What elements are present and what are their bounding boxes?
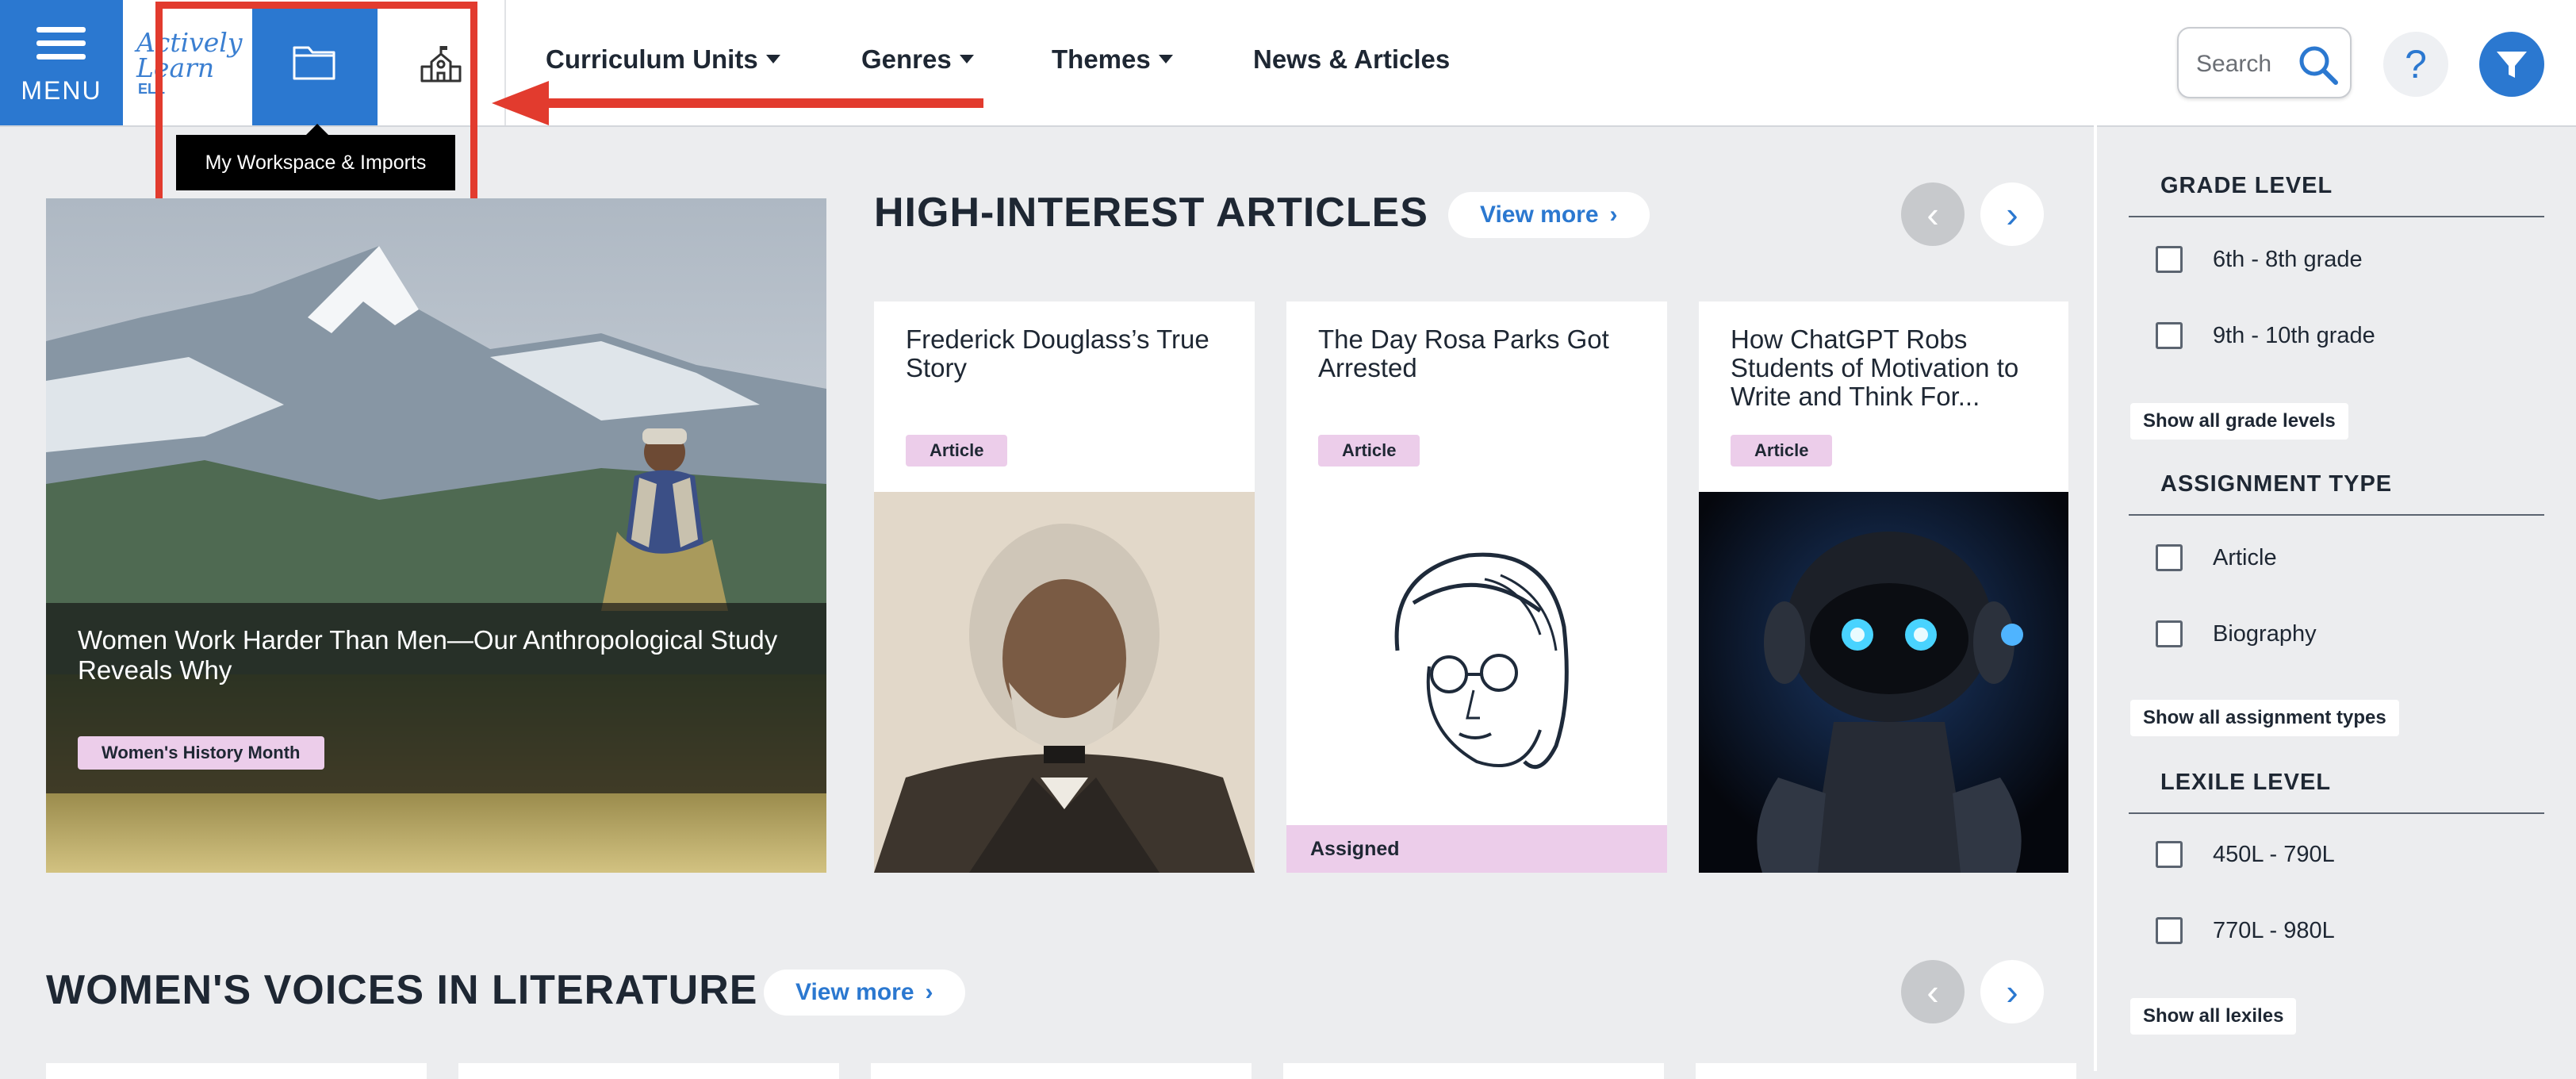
view-more-button[interactable]: View more › <box>764 970 965 1016</box>
menu-label: MENU <box>21 76 102 105</box>
hamburger-icon <box>36 27 86 67</box>
filter-panel-divider <box>2094 125 2097 1071</box>
filter-divider <box>2129 514 2544 516</box>
nav-genres[interactable]: Genres <box>861 44 974 75</box>
nav-themes[interactable]: Themes <box>1052 44 1173 75</box>
hero-feature-card[interactable]: Women Work Harder Than Men—Our Anthropol… <box>46 198 826 873</box>
section-title-womens-voices: WOMEN'S VOICES IN LITERATURE <box>46 967 758 1013</box>
show-all-lexiles-button[interactable]: Show all lexiles <box>2130 998 2297 1035</box>
hero-title[interactable]: Women Work Harder Than Men—Our Anthropol… <box>78 625 792 685</box>
workspace-tooltip: My Workspace & Imports <box>176 124 455 190</box>
book-card[interactable] <box>458 1063 839 1079</box>
book-card[interactable] <box>1696 1063 2076 1079</box>
search-box <box>2177 27 2352 98</box>
hero-tag[interactable]: Women's History Month <box>78 736 324 770</box>
checkbox[interactable] <box>2156 841 2183 868</box>
card-title[interactable]: How ChatGPT Robs Students of Motivation … <box>1731 325 2045 411</box>
card-title[interactable]: The Day Rosa Parks Got Arrested <box>1318 325 1643 382</box>
checkbox[interactable] <box>2156 246 2183 273</box>
search-input[interactable] <box>2195 48 2293 81</box>
show-all-grade-levels-button[interactable]: Show all grade levels <box>2130 403 2348 440</box>
frederick-douglass-portrait-image <box>874 492 1255 873</box>
caret-down-icon <box>959 54 974 63</box>
show-all-assignment-types-button[interactable]: Show all assignment types <box>2130 700 2399 736</box>
question-mark-icon: ? <box>2405 42 2427 86</box>
caret-down-icon <box>765 54 780 63</box>
filter-divider <box>2129 216 2544 217</box>
view-more-button[interactable]: View more › <box>1448 192 1650 238</box>
book-card[interactable] <box>46 1063 427 1079</box>
chevron-left-icon: ‹ <box>1926 971 1939 1012</box>
nav-news-articles[interactable]: News & Articles <box>1253 44 1450 75</box>
filter-heading-lexile-level: LEXILE LEVEL <box>2160 770 2332 795</box>
carousel-prev-button[interactable]: ‹ <box>1901 960 1965 1023</box>
menu-button[interactable]: MENU <box>0 0 123 125</box>
article-card[interactable]: How ChatGPT Robs Students of Motivation … <box>1699 301 2068 873</box>
filter-divider <box>2129 812 2544 814</box>
checkbox[interactable] <box>2156 544 2183 571</box>
section-title-high-interest: HIGH-INTEREST ARTICLES <box>874 190 1428 236</box>
card-type-badge: Article <box>1318 435 1420 467</box>
carousel-next-button[interactable]: › <box>1980 182 2044 246</box>
hero-caption-overlay: Women Work Harder Than Men—Our Anthropol… <box>46 603 826 793</box>
help-button[interactable]: ? <box>2383 32 2448 97</box>
article-card[interactable]: Frederick Douglass’s True Story Article <box>874 301 1255 873</box>
assigned-status-bar: Assigned <box>1286 825 1667 873</box>
chevron-right-icon: › <box>2006 194 2018 235</box>
article-card[interactable]: The Day Rosa Parks Got Arrested Article … <box>1286 301 1667 873</box>
nav-curriculum-units[interactable]: Curriculum Units <box>546 44 780 75</box>
card-title[interactable]: Frederick Douglass’s True Story <box>906 325 1231 382</box>
carousel-next-button[interactable]: › <box>1980 960 2044 1023</box>
filter-button[interactable] <box>2479 32 2544 97</box>
chevron-right-icon: › <box>1609 202 1618 228</box>
funnel-filter-icon <box>2497 52 2527 78</box>
annotation-arrow <box>492 81 983 125</box>
checkbox[interactable] <box>2156 917 2183 944</box>
book-card[interactable] <box>871 1063 1252 1079</box>
checkbox[interactable] <box>2156 322 2183 349</box>
search-icon[interactable] <box>2298 44 2339 86</box>
carousel-prev-button[interactable]: ‹ <box>1901 182 1965 246</box>
checkbox[interactable] <box>2156 620 2183 647</box>
chevron-right-icon: › <box>925 979 933 1005</box>
card-type-badge: Article <box>1731 435 1833 467</box>
filter-heading-assignment-type: ASSIGNMENT TYPE <box>2160 471 2393 497</box>
card-type-badge: Article <box>906 435 1008 467</box>
robot-image <box>1699 492 2068 873</box>
caret-down-icon <box>1158 54 1173 63</box>
rosa-parks-line-drawing-image <box>1286 492 1667 825</box>
chevron-right-icon: › <box>2006 971 2018 1012</box>
chevron-left-icon: ‹ <box>1926 194 1939 235</box>
filter-heading-grade-level: GRADE LEVEL <box>2160 173 2333 198</box>
book-card[interactable] <box>1283 1063 1664 1079</box>
